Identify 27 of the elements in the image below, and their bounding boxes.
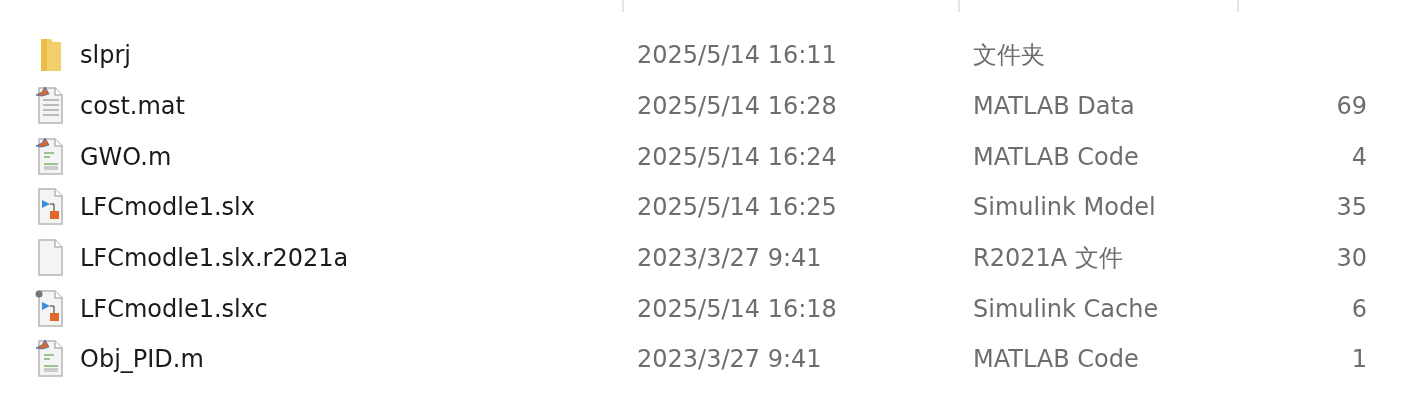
date-modified: 2025/5/14 16:18 <box>636 294 838 323</box>
file-name[interactable]: Obj_PID.m <box>80 345 204 374</box>
file-name[interactable]: GWO.m <box>80 142 172 171</box>
file-size: 1 <box>1350 345 1367 374</box>
file-size: 69 <box>1335 92 1367 121</box>
date-modified: 2025/5/14 16:11 <box>636 41 838 70</box>
file-size: 6 <box>1350 294 1367 323</box>
date-modified: 2025/5/14 16:28 <box>636 92 838 121</box>
file-type: Simulink Cache <box>972 294 1160 323</box>
file-name[interactable]: LFCmodle1.slx.r2021a <box>80 244 349 273</box>
file-name[interactable]: LFCmodle1.slx <box>80 193 255 222</box>
file-name[interactable]: cost.mat <box>80 92 185 121</box>
date-modified: 2025/5/14 16:25 <box>636 193 838 222</box>
file-type: 文件夹 <box>972 40 1046 72</box>
file-size: 30 <box>1335 244 1367 273</box>
file-size: 4 <box>1350 142 1367 171</box>
file-name[interactable]: LFCmodle1.slxc <box>80 294 268 323</box>
file-type: R2021A 文件 <box>972 243 1124 275</box>
file-name[interactable]: slprj <box>80 41 131 70</box>
date-modified: 2025/5/14 16:24 <box>636 142 838 171</box>
file-type: MATLAB Code <box>972 345 1140 374</box>
file-size: 35 <box>1335 193 1367 222</box>
date-modified: 2023/3/27 9:41 <box>636 345 823 374</box>
file-type: Simulink Model <box>972 193 1157 222</box>
date-modified: 2023/3/27 9:41 <box>636 244 823 273</box>
file-type: MATLAB Data <box>972 92 1136 121</box>
file-type: MATLAB Code <box>972 142 1140 171</box>
